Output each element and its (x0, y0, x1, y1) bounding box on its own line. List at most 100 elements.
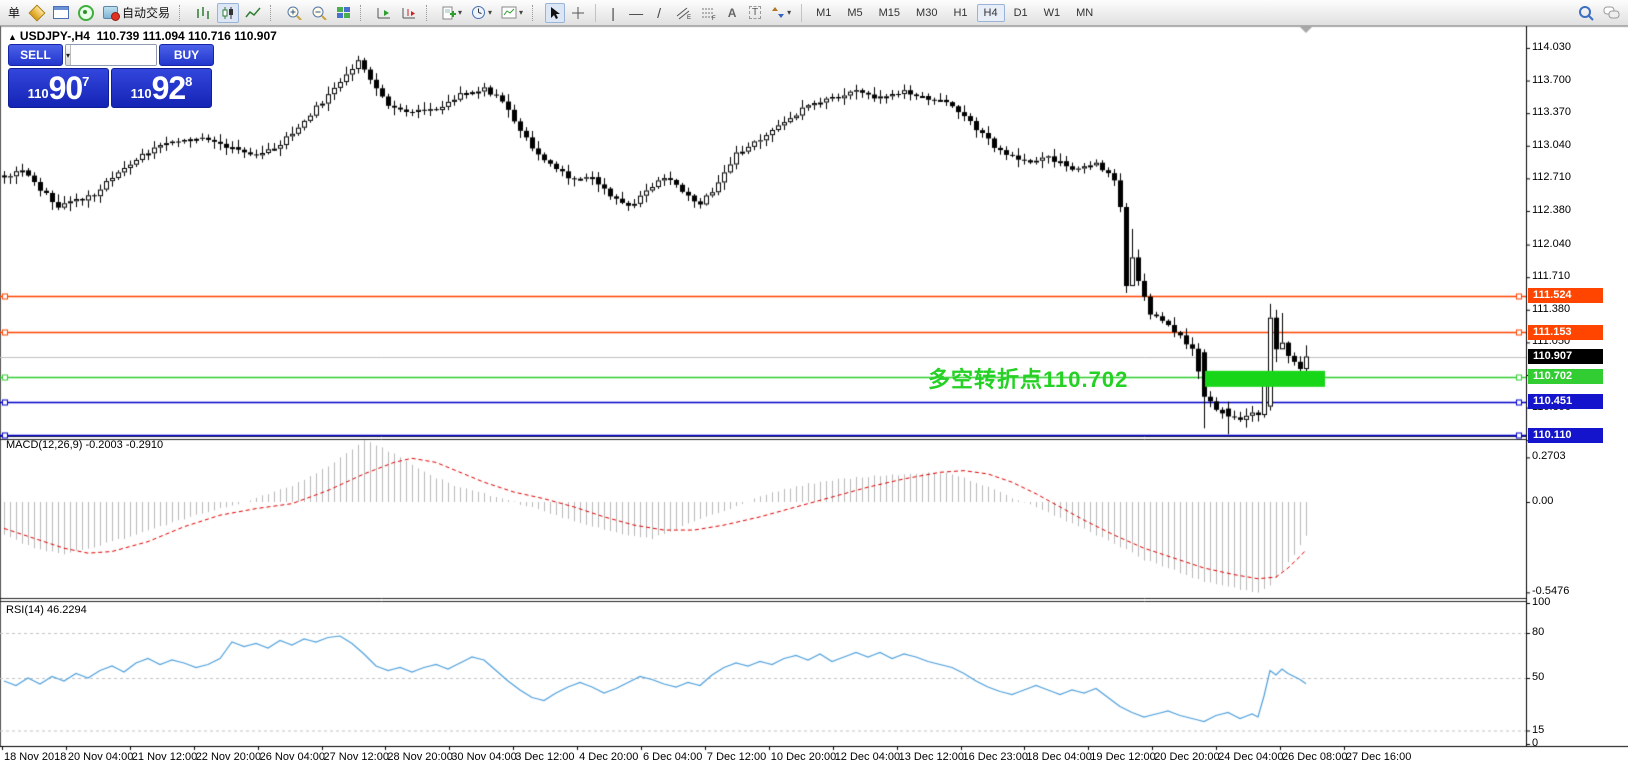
new-order-button[interactable]: 单 (4, 3, 24, 23)
dropdown-caret-icon: ▾ (458, 8, 463, 17)
chart-title: ▲ USDJPY-,H4 110.739 111.094 110.716 110.… (8, 29, 277, 43)
crosshair-button[interactable] (568, 3, 588, 23)
bar-chart-icon (197, 6, 209, 19)
indicators-icon (501, 6, 517, 19)
fibonacci-tool[interactable]: F (697, 3, 719, 23)
dropdown-caret-icon: ▾ (519, 8, 524, 17)
arrows-icon (772, 7, 785, 18)
fibonacci-icon: F (702, 8, 716, 20)
tile-windows-icon (337, 7, 351, 18)
text-tool-icon: A (727, 5, 737, 20)
timeframe-W1[interactable]: W1 (1037, 4, 1068, 22)
chart-symbol-period: USDJPY-,H4 (19, 29, 90, 43)
chart-type-candles-button[interactable] (217, 2, 240, 23)
mt4-window: 单 自动交易 ▾ ▾ ▾ | — / E F A T ▾ M1 M5 M15 M… (0, 0, 1628, 771)
toolbar-separator (595, 3, 597, 22)
buy-price-figure: 110 (130, 85, 152, 101)
vertical-line-icon: | (611, 4, 615, 21)
text-tool[interactable]: A (722, 3, 742, 23)
toolbar-separator (179, 4, 186, 21)
chat-button[interactable] (1600, 3, 1624, 23)
line-chart-icon (245, 7, 261, 17)
chart-ohlc-values: 110.739 111.094 110.716 110.907 (96, 29, 277, 43)
text-label-icon: T (749, 6, 762, 19)
timeframe-M15[interactable]: M15 (872, 4, 907, 22)
auto-scroll-icon (377, 7, 391, 18)
equidistant-channel-icon: E (676, 7, 691, 20)
chart-window-button[interactable] (27, 3, 47, 23)
svg-text:F: F (712, 16, 716, 20)
search-button[interactable] (1575, 3, 1597, 23)
collapse-panel-icon[interactable]: ▲ (8, 32, 17, 42)
svg-text:E: E (687, 15, 691, 20)
buy-button[interactable]: BUY (159, 44, 214, 66)
trendline-tool[interactable]: / (649, 3, 669, 23)
horizontal-line-icon: — (629, 4, 644, 21)
new-order-label: 单 (7, 6, 20, 20)
buy-price-display[interactable]: 110 92 8 (111, 68, 212, 108)
cursor-arrow-icon (551, 6, 561, 19)
chart-shift-icon (402, 7, 416, 18)
zoom-in-button[interactable] (283, 3, 305, 23)
volume-input[interactable] (71, 45, 156, 65)
templates-button[interactable]: ▾ (439, 3, 465, 23)
signals-button[interactable] (75, 3, 97, 23)
volume-spinner: ▾ ▴ (65, 44, 157, 66)
period-button[interactable]: ▾ (468, 3, 495, 23)
timeframe-M30[interactable]: M30 (909, 4, 944, 22)
sell-button[interactable]: SELL (8, 44, 63, 66)
timeframe-H4[interactable]: H4 (976, 3, 1005, 22)
zoom-out-icon (312, 6, 327, 20)
toolbar-separator (801, 3, 803, 22)
chat-icon (1603, 6, 1620, 19)
timeframe-MN[interactable]: MN (1069, 4, 1100, 22)
cursor-button[interactable] (545, 2, 566, 23)
chart-shift-button[interactable] (398, 3, 420, 23)
crosshair-icon (572, 6, 585, 19)
toolbar-separator (360, 4, 367, 21)
timeframe-group: M1 M5 M15 M30 H1 H4 D1 W1 MN (809, 3, 1100, 22)
chart-type-bars-button[interactable] (192, 3, 214, 23)
autotrade-label: 自动交易 (122, 6, 171, 20)
timeframe-M1[interactable]: M1 (809, 4, 838, 22)
sell-price-display[interactable]: 110 90 7 (8, 68, 109, 108)
toolbar: 单 自动交易 ▾ ▾ ▾ | — / E F A T ▾ M1 M5 M15 M… (0, 0, 1628, 26)
horizontal-line-tool[interactable]: — (626, 3, 646, 23)
sell-price-main: 90 (48, 70, 84, 106)
sell-price-pip: 7 (82, 73, 90, 89)
rsi-indicator-label: RSI(14) 46.2294 (6, 604, 87, 616)
clock-icon (472, 6, 486, 19)
market-watch-button[interactable] (50, 3, 72, 23)
channel-tool[interactable]: E (672, 3, 694, 23)
toolbar-separator (532, 4, 539, 21)
text-label-tool[interactable]: T (745, 3, 765, 23)
toolbar-separator (426, 4, 433, 21)
autotrade-button[interactable]: 自动交易 (100, 3, 173, 23)
new-chart-icon (28, 4, 46, 21)
turning-point-annotation[interactable]: 多空转折点110.702 (928, 362, 1128, 394)
indicators-button[interactable]: ▾ (498, 3, 526, 23)
zoom-in-icon (287, 6, 302, 20)
search-icon (1579, 5, 1594, 21)
timeframe-D1[interactable]: D1 (1007, 4, 1035, 22)
zoom-out-button[interactable] (308, 3, 330, 23)
dropdown-caret-icon: ▾ (787, 8, 792, 17)
signals-icon (78, 4, 94, 21)
trendline-icon: / (657, 4, 661, 21)
one-click-trading-panel: SELL ▾ ▴ BUY 110907 110928 (8, 44, 214, 108)
tile-windows-button[interactable] (333, 3, 354, 23)
autotrade-icon (103, 6, 120, 21)
timeframe-M5[interactable]: M5 (840, 4, 869, 22)
price-chart-canvas[interactable] (0, 0, 1628, 771)
candlestick-icon (222, 6, 234, 19)
buy-price-main: 92 (151, 70, 187, 106)
dropdown-caret-icon: ▾ (488, 8, 493, 17)
sell-price-figure: 110 (27, 85, 49, 101)
vertical-line-tool[interactable]: | (603, 3, 623, 23)
auto-scroll-button[interactable] (373, 3, 395, 23)
timeframe-H1[interactable]: H1 (946, 4, 974, 22)
chart-type-line-button[interactable] (242, 3, 264, 23)
macd-indicator-label: MACD(12,26,9) -0.2003 -0.2910 (6, 439, 164, 451)
template-icon (442, 6, 457, 19)
arrows-tool[interactable]: ▾ (768, 3, 794, 23)
